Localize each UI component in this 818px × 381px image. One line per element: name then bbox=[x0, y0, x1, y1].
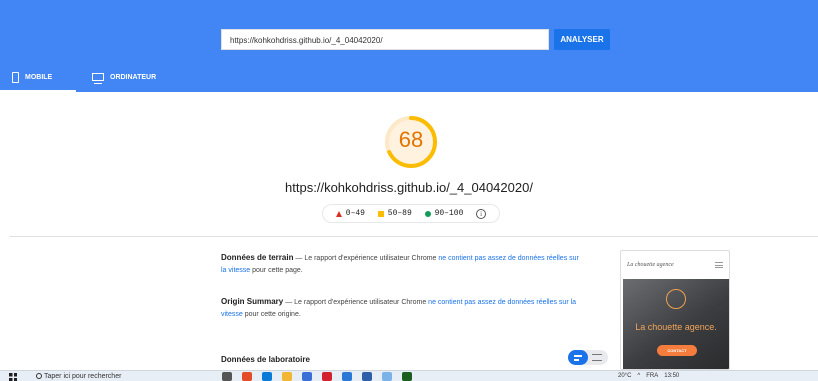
origin-summary-text: — Le rapport d'expérience utilisateur Ch… bbox=[283, 299, 429, 306]
origin-summary-section: Origin Summary — Le rapport d'expérience… bbox=[221, 296, 581, 321]
excel-icon[interactable] bbox=[402, 372, 412, 381]
tab-desktop[interactable]: ORDINATEUR bbox=[92, 64, 182, 90]
screenshot-preview: La chouette agence La chouette agence. C… bbox=[620, 250, 730, 370]
performance-score: 68 bbox=[398, 127, 424, 152]
language-indicator[interactable]: FRA bbox=[646, 372, 658, 381]
preview-site-title: La chouette agence bbox=[627, 262, 674, 268]
list-view-icon[interactable] bbox=[568, 350, 588, 365]
taskbar-apps bbox=[222, 372, 412, 381]
taskbar-search[interactable]: Taper ici pour rechercher bbox=[30, 372, 200, 381]
windows-start-icon[interactable] bbox=[9, 373, 17, 381]
legend-poor: 0–49 bbox=[335, 209, 365, 218]
view-toggle[interactable] bbox=[568, 350, 608, 365]
app-icon[interactable] bbox=[362, 372, 372, 381]
analyzed-url: https://kohkohdriss.github.io/_4_0404202… bbox=[285, 180, 533, 195]
store-icon[interactable] bbox=[302, 372, 312, 381]
tab-mobile-label: MOBILE bbox=[25, 73, 53, 81]
field-data-text: — Le rapport d'expérience utilisateur Ch… bbox=[293, 255, 439, 262]
task-view-icon[interactable] bbox=[222, 372, 232, 381]
legend-average: 50–89 bbox=[377, 209, 412, 218]
menu-view-icon[interactable] bbox=[592, 354, 602, 361]
folder-icon[interactable] bbox=[282, 372, 292, 381]
tab-desktop-label: ORDINATEUR bbox=[110, 73, 157, 81]
chrome-icon[interactable] bbox=[242, 372, 252, 381]
hamburger-icon bbox=[715, 262, 723, 268]
chevron-up-icon[interactable]: ^ bbox=[637, 372, 640, 381]
legend-average-label: 50–89 bbox=[387, 209, 412, 218]
weather-temp[interactable]: 20°C bbox=[618, 372, 631, 381]
preview-cta: CONTACT bbox=[657, 345, 697, 356]
url-input[interactable]: https://kohkohdriss.github.io/_4_0404202… bbox=[221, 29, 549, 50]
field-data-text-end: pour cette page. bbox=[250, 267, 303, 274]
app-icon-2[interactable] bbox=[382, 372, 392, 381]
phone-icon bbox=[12, 71, 19, 83]
legend-good: 90–100 bbox=[424, 209, 464, 218]
monitor-icon bbox=[92, 73, 104, 84]
preview-hero: La chouette agence. CONTACT bbox=[623, 279, 729, 369]
top-bar: https://kohkohdriss.github.io/_4_0404202… bbox=[0, 0, 818, 92]
info-icon[interactable]: i bbox=[476, 208, 487, 219]
preview-header: La chouette agence bbox=[621, 251, 729, 279]
legend-poor-label: 0–49 bbox=[345, 209, 365, 218]
opera-icon[interactable] bbox=[322, 372, 332, 381]
tab-mobile[interactable]: MOBILE bbox=[12, 64, 76, 90]
lab-data-title: Données de laboratoire bbox=[221, 355, 310, 364]
clock[interactable]: 13:50 bbox=[664, 372, 679, 381]
vscode-icon[interactable] bbox=[342, 372, 352, 381]
legend-good-label: 90–100 bbox=[434, 209, 464, 218]
divider bbox=[10, 236, 818, 237]
edge-icon[interactable] bbox=[262, 372, 272, 381]
score-legend: 0–49 50–89 90–100 i bbox=[322, 204, 500, 223]
square-icon bbox=[377, 210, 384, 217]
preview-tagline: La chouette agence. bbox=[635, 322, 717, 332]
taskbar: Taper ici pour rechercher 20°C ^ FRA 13:… bbox=[0, 370, 818, 381]
field-data-title: Données de terrain bbox=[221, 253, 294, 262]
triangle-icon bbox=[335, 210, 342, 217]
origin-summary-text-end: pour cette origine. bbox=[242, 311, 301, 318]
circle-icon bbox=[424, 210, 431, 217]
analyze-button[interactable]: ANALYSER bbox=[554, 29, 610, 50]
active-tab-indicator bbox=[0, 90, 76, 92]
origin-summary-title: Origin Summary bbox=[221, 297, 284, 306]
system-tray: 20°C ^ FRA 13:50 bbox=[618, 372, 679, 381]
owl-logo-icon bbox=[666, 289, 686, 309]
field-data-section: Données de terrain — Le rapport d'expéri… bbox=[221, 252, 581, 277]
